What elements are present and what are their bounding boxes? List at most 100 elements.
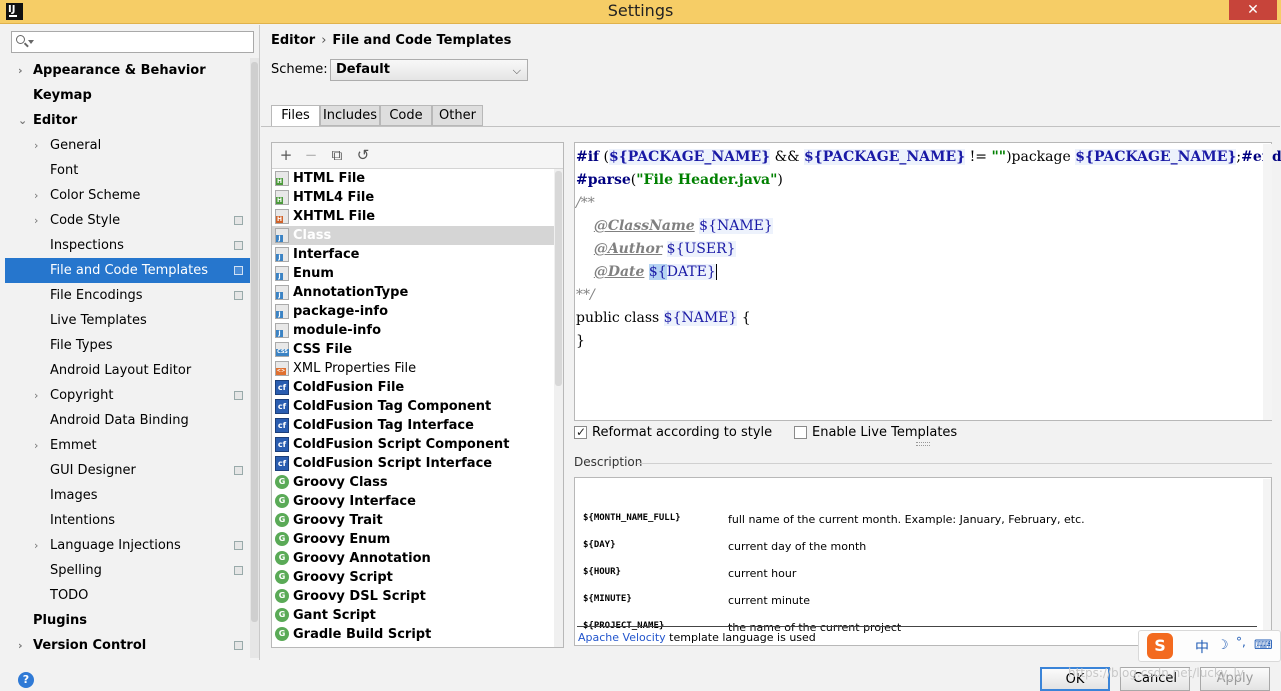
moon-icon[interactable]: ☽ [1217, 638, 1229, 653]
template-list-item[interactable]: CSS File [272, 340, 554, 359]
sidebar-item-inspections[interactable]: Inspections [5, 233, 250, 258]
reset-template-button[interactable]: ↺ [354, 146, 372, 164]
sidebar-scrollbar-thumb[interactable] [251, 62, 258, 622]
template-list-item[interactable]: G Gradle Build Script [272, 625, 554, 644]
sidebar-item-android-layout-editor[interactable]: Android Layout Editor [5, 358, 250, 383]
chevron-right-icon[interactable]: › [34, 383, 38, 408]
chevron-right-icon[interactable]: › [34, 183, 38, 208]
template-code-editor[interactable]: #if (${PACKAGE_NAME} && ${PACKAGE_NAME} … [574, 142, 1281, 421]
chevron-right-icon[interactable]: › [34, 533, 38, 558]
scheme-label: Scheme: [271, 62, 328, 77]
sidebar-item-spelling[interactable]: Spelling [5, 558, 250, 583]
description-separator [637, 463, 1272, 464]
sidebar-item-appearance-behavior[interactable]: › Appearance & Behavior [5, 58, 250, 83]
sidebar-item-file-and-code-templates[interactable]: File and Code Templates [5, 258, 250, 283]
chevron-right-icon[interactable]: › [34, 433, 38, 458]
close-window-button[interactable]: ✕ [1229, 0, 1277, 20]
template-list-scrollbar-thumb[interactable] [555, 171, 562, 386]
help-button[interactable]: ? [18, 672, 34, 688]
template-list-item[interactable]: G Groovy Script [272, 568, 554, 587]
sidebar-item-file-encodings[interactable]: File Encodings [5, 283, 250, 308]
template-list-item[interactable]: AnnotationType [272, 283, 554, 302]
template-list-item[interactable]: XHTML File [272, 207, 554, 226]
sidebar-item-label: GUI Designer [50, 463, 136, 478]
tab-other[interactable]: Other [432, 105, 483, 126]
code-line-2: #parse("File Header.java") [576, 169, 1281, 192]
add-template-button[interactable]: + [277, 146, 295, 164]
template-list-item[interactable]: HTML4 File [272, 188, 554, 207]
chevron-right-icon[interactable]: › [18, 633, 23, 658]
template-list-item[interactable]: G Groovy Trait [272, 511, 554, 530]
sidebar-item-label: Code Style [50, 213, 121, 228]
template-list-item[interactable]: Enum [272, 264, 554, 283]
editor-scrollbar[interactable] [1263, 144, 1272, 420]
template-list-item[interactable]: cf ColdFusion Script Interface [272, 454, 554, 473]
template-list-item[interactable]: HTML File [272, 169, 554, 188]
template-list-item[interactable]: G Gant Script [272, 606, 554, 625]
template-list-item[interactable]: cf ColdFusion File [272, 378, 554, 397]
sidebar-item-copyright[interactable]: › Copyright [5, 383, 250, 408]
sidebar-item-intentions[interactable]: Intentions [5, 508, 250, 533]
checkbox-checked-icon[interactable] [574, 424, 587, 440]
sogou-logo-icon[interactable]: S [1147, 633, 1173, 659]
chevron-down-icon[interactable]: ⌄ [18, 108, 27, 133]
template-code[interactable]: #if (${PACKAGE_NAME} && ${PACKAGE_NAME} … [576, 146, 1281, 353]
splitter-handle[interactable] [916, 442, 930, 446]
template-list-item[interactable]: XML Properties File [272, 359, 554, 378]
sidebar-item-general[interactable]: › General [5, 133, 250, 158]
sidebar-item-keymap[interactable]: Keymap [5, 83, 250, 108]
template-list-item[interactable]: G Groovy Annotation [272, 549, 554, 568]
code-token: DATE} [666, 264, 717, 280]
sidebar-item-gui-designer[interactable]: GUI Designer [5, 458, 250, 483]
template-list-item[interactable]: cf ColdFusion Tag Interface [272, 416, 554, 435]
tab-code[interactable]: Code [380, 105, 432, 126]
sidebar-item-font[interactable]: Font [5, 158, 250, 183]
ime-language-toggle[interactable]: 中 [1195, 637, 1209, 657]
apache-velocity-link[interactable]: Apache Velocity [578, 631, 666, 644]
checkbox-unchecked-icon[interactable] [794, 426, 807, 439]
coldfusion-file-icon: cf [275, 399, 289, 414]
template-list-item[interactable]: cf ColdFusion Script Component [272, 435, 554, 454]
template-list-item[interactable]: cf ColdFusion Tag Component [272, 397, 554, 416]
sidebar-scrollbar[interactable] [250, 58, 259, 658]
code-token: public class [576, 310, 664, 326]
description-scrollbar[interactable] [1263, 479, 1271, 645]
sidebar-item-todo[interactable]: TODO [5, 583, 250, 608]
keyboard-icon[interactable]: ⌨ [1254, 638, 1273, 653]
remove-template-button[interactable]: − [302, 146, 320, 164]
punctuation-icon[interactable]: °, [1236, 635, 1246, 649]
sidebar-item-editor[interactable]: ⌄ Editor [5, 108, 250, 133]
sidebar-item-version-control[interactable]: › Version Control [5, 633, 250, 658]
groovy-file-icon: G [275, 551, 289, 565]
tab-files[interactable]: Files [271, 105, 320, 127]
template-list-item[interactable]: G Groovy Interface [272, 492, 554, 511]
sidebar-item-file-types[interactable]: File Types [5, 333, 250, 358]
template-list-item[interactable]: Interface [272, 245, 554, 264]
template-list-item[interactable]: G Groovy Class [272, 473, 554, 492]
tab-includes[interactable]: Includes [320, 105, 380, 126]
template-list-item[interactable]: G Groovy Enum [272, 530, 554, 549]
java-file-icon [275, 323, 289, 338]
chevron-down-icon: ⌵ [512, 64, 521, 77]
template-list-item[interactable]: package-info [272, 302, 554, 321]
sidebar-item-android-data-binding[interactable]: Android Data Binding [5, 408, 250, 433]
sidebar-item-plugins[interactable]: Plugins [5, 608, 250, 633]
sidebar-item-live-templates[interactable]: Live Templates [5, 308, 250, 333]
template-list-scrollbar[interactable] [554, 169, 563, 647]
chevron-right-icon[interactable]: › [34, 208, 38, 233]
template-list-rows: HTML File HTML4 File XHTML File Class Interf… [272, 169, 554, 644]
sidebar-item-language-injections[interactable]: › Language Injections [5, 533, 250, 558]
template-list-item[interactable]: G Groovy DSL Script [272, 587, 554, 606]
template-list-item[interactable]: module-info [272, 321, 554, 340]
copy-template-button[interactable]: ⧉ [328, 146, 346, 164]
sidebar-item-emmet[interactable]: › Emmet [5, 433, 250, 458]
settings-search-input[interactable] [11, 31, 254, 53]
search-history-dropdown-icon[interactable] [28, 40, 34, 44]
template-list-item[interactable]: Class [272, 226, 554, 245]
sidebar-item-code-style[interactable]: › Code Style [5, 208, 250, 233]
sidebar-item-images[interactable]: Images [5, 483, 250, 508]
chevron-right-icon[interactable]: › [34, 133, 38, 158]
scheme-dropdown[interactable]: Default ⌵ [330, 59, 528, 81]
sidebar-item-color-scheme[interactable]: › Color Scheme [5, 183, 250, 208]
chevron-right-icon[interactable]: › [18, 58, 23, 83]
